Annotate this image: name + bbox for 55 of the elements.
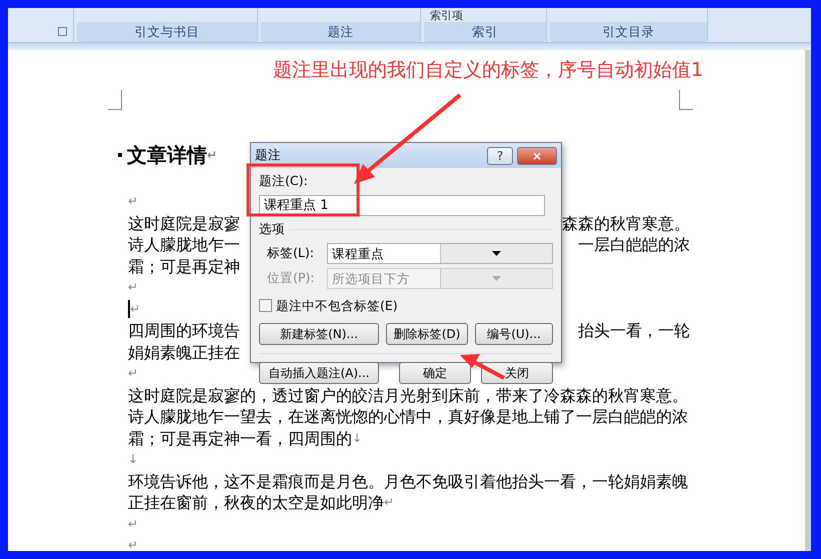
callout-arrow — [460, 354, 505, 380]
annotation-text: 题注里出现的我们自定义的标签，序号自动初始值1 — [272, 58, 704, 83]
caption-field[interactable]: 课程重点 1 — [259, 194, 545, 216]
field-label: 题注(C): — [259, 172, 308, 190]
dialog-launcher-icon[interactable] — [58, 27, 67, 36]
dialog-button[interactable]: 编号(U)... — [475, 323, 553, 346]
paragraph-text: 诗人朦胧地乍一望去，在迷离恍惚的心情中，真好像是地上铺了一层白皑皑的浓 — [128, 406, 688, 428]
dropdown-field: 所选项目下方 — [327, 268, 553, 288]
dialog-button[interactable]: 确定 — [399, 362, 471, 384]
paragraph-text: 四周围的环境告 — [128, 320, 240, 342]
dropdown-arrow-icon — [492, 250, 501, 256]
paragraph-text: 环境告诉他，这不是霜痕而是月色。月色不免吸引着他抬头一看，一轮娟娟素魄 — [128, 470, 688, 492]
paragraph-text: 霜；可是再定神 — [128, 256, 240, 277]
dialog-button[interactable]: 关闭 — [481, 362, 553, 384]
paragraph-text: 娟娟素魄正挂在 — [128, 342, 240, 363]
dropdown-field[interactable]: 课程重点 — [327, 242, 553, 264]
dropdown-arrow-icon — [492, 276, 501, 280]
document-heading: 文章详情 — [127, 142, 207, 169]
ribbon-command-label[interactable]: 索引项 — [430, 8, 463, 24]
paragraph-mark: ↵ — [130, 300, 140, 318]
paragraph-mark: ↵ — [128, 537, 138, 551]
paragraph-text: 诗人朦胧地乍一 — [128, 234, 240, 256]
paragraph-text: 抬头一看，一轮 — [578, 320, 690, 342]
paragraph-mark: ↵ — [128, 516, 138, 532]
field-label: 位置(P): — [267, 268, 316, 287]
field-label: 标签(L): — [267, 244, 315, 262]
paragraph-text: 霜；可是再定神一看，四周围的 — [128, 428, 352, 449]
ribbon-group-label: 引文与书目 — [77, 22, 257, 42]
dialog-button[interactable]: 删除标签(D) — [386, 323, 468, 346]
paragraph-text: 这时庭院是寂寥 — [128, 212, 240, 234]
margin-corner-mark — [108, 90, 122, 110]
dialog-title: 题注 — [255, 146, 281, 164]
paragraph-text: 森森的秋宵寒意。 — [562, 212, 690, 234]
paragraph-mark: ↵ — [128, 279, 138, 296]
margin-corner-mark — [679, 90, 693, 110]
group-label: 选项 — [259, 220, 285, 238]
paragraph-text: 正挂在窗前，秋夜的太空是如此明净 — [128, 492, 384, 514]
dialog-button[interactable]: 新建标签(N)... — [259, 323, 379, 346]
paragraph-mark: ↵ — [207, 147, 218, 164]
checkbox[interactable] — [259, 299, 272, 312]
ribbon-group-label: 引文目录 — [550, 22, 707, 42]
paragraph-mark: ↓ — [128, 451, 138, 468]
help-button[interactable]: ? — [487, 146, 513, 164]
paragraph-mark: ↓ — [352, 430, 362, 446]
paragraph-text: 一层白皑皑的浓 — [578, 234, 690, 256]
checkbox-label: 题注中不包含标签(E) — [276, 296, 398, 314]
list-bullet-icon — [118, 153, 122, 157]
paragraph-mark: ↵ — [128, 193, 138, 210]
dialog-button[interactable]: 自动插入题注(A)... — [259, 362, 379, 384]
ribbon-group-label: 题注 — [261, 22, 420, 42]
ribbon-group-label: 索引 — [424, 22, 546, 42]
paragraph-mark: ↵ — [128, 365, 138, 382]
paragraph-text: 这时庭院是寂寥的，透过窗户的皎洁月光射到床前，带来了冷森森的秋宵寒意。 — [128, 384, 688, 406]
paragraph-mark: ↵ — [384, 494, 394, 511]
text-cursor — [128, 300, 130, 318]
